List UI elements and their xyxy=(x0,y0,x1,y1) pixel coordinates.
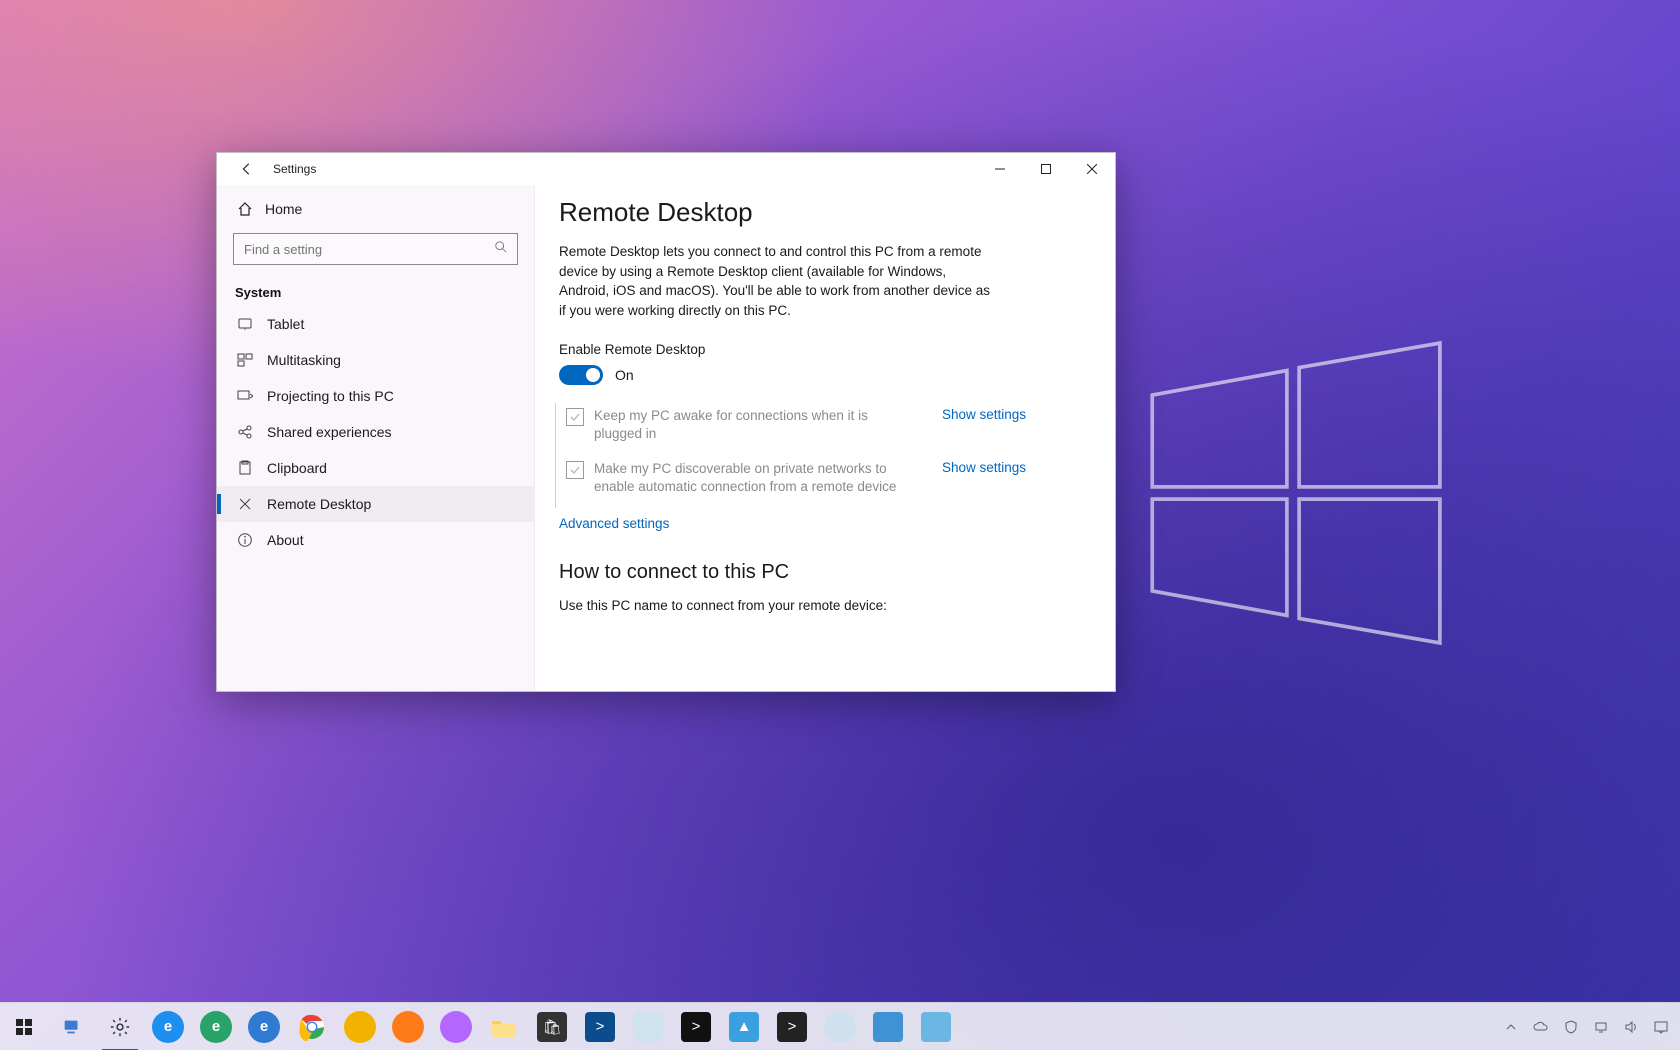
connect-subtext: Use this PC name to connect from your re… xyxy=(559,598,1091,613)
taskbar-app-firefox-dev[interactable] xyxy=(432,1003,480,1050)
advanced-settings-link[interactable]: Advanced settings xyxy=(559,516,669,531)
titlebar: Settings xyxy=(217,153,1115,185)
cloud-icon xyxy=(1533,1021,1549,1033)
search-input[interactable] xyxy=(233,233,518,265)
taskbar-app-edge[interactable]: e xyxy=(144,1003,192,1050)
sidebar-item-about[interactable]: About xyxy=(217,522,534,558)
shared-icon xyxy=(237,424,253,440)
keep-awake-checkbox[interactable] xyxy=(566,408,584,426)
windows-logo-icon xyxy=(1140,340,1446,646)
tray-security-icon[interactable] xyxy=(1558,1003,1584,1050)
projecting-icon xyxy=(237,388,253,404)
chrome-icon xyxy=(298,1013,326,1041)
sidebar-item-shared-experiences[interactable]: Shared experiences xyxy=(217,414,534,450)
taskbar: eee🛍>>▲> xyxy=(0,1002,1680,1050)
clipboard-icon xyxy=(237,460,253,476)
tray-onedrive-icon[interactable] xyxy=(1528,1003,1554,1050)
discoverable-label: Make my PC discoverable on private netwo… xyxy=(594,460,914,496)
sidebar-home[interactable]: Home xyxy=(217,191,534,227)
check-icon xyxy=(569,411,581,423)
home-icon xyxy=(237,201,253,217)
taskbar-app-paint[interactable] xyxy=(912,1003,960,1050)
taskbar-app-chrome[interactable] xyxy=(288,1003,336,1050)
taskbar-app-task-view[interactable] xyxy=(48,1003,96,1050)
gear-icon xyxy=(109,1016,131,1038)
sidebar-item-label: About xyxy=(267,532,304,548)
discoverable-show-settings-link[interactable]: Show settings xyxy=(942,460,1026,475)
minimize-icon xyxy=(995,164,1005,174)
maximize-button[interactable] xyxy=(1023,153,1069,185)
shield-icon xyxy=(1564,1020,1578,1034)
tray-network-icon[interactable] xyxy=(1588,1003,1614,1050)
taskbar-app-powershell[interactable]: > xyxy=(576,1003,624,1050)
action-center-icon xyxy=(1654,1020,1668,1034)
taskbar-app-chrome-canary[interactable] xyxy=(336,1003,384,1050)
settings-window: Settings Home System xyxy=(216,152,1116,692)
folder-icon xyxy=(491,1016,517,1038)
about-icon xyxy=(237,532,253,548)
window-title: Settings xyxy=(273,153,316,185)
taskbar-app-notepad[interactable] xyxy=(624,1003,672,1050)
tray-volume-icon[interactable] xyxy=(1618,1003,1644,1050)
taskbar-app-start[interactable] xyxy=(0,1003,48,1050)
task-view-icon xyxy=(61,1016,83,1038)
taskbar-app-rdc[interactable] xyxy=(864,1003,912,1050)
sidebar-item-label: Projecting to this PC xyxy=(267,388,394,404)
taskbar-app-settings[interactable] xyxy=(96,1003,144,1050)
taskbar-app-cmd[interactable]: > xyxy=(672,1003,720,1050)
connect-heading: How to connect to this PC xyxy=(559,561,1091,584)
taskbar-app-photos[interactable]: ▲ xyxy=(720,1003,768,1050)
page-title: Remote Desktop xyxy=(559,197,1091,228)
tray-overflow-button[interactable] xyxy=(1498,1003,1524,1050)
tray-action-center-icon[interactable] xyxy=(1648,1003,1674,1050)
sidebar-item-tablet[interactable]: Tablet xyxy=(217,306,534,342)
sidebar-item-label: Tablet xyxy=(267,316,304,332)
sidebar-group-label: System xyxy=(217,275,534,306)
sidebar-item-label: Clipboard xyxy=(267,460,327,476)
enable-label: Enable Remote Desktop xyxy=(559,342,1091,357)
back-button[interactable] xyxy=(231,153,263,185)
sidebar-item-projecting[interactable]: Projecting to this PC xyxy=(217,378,534,414)
maximize-icon xyxy=(1041,164,1051,174)
sidebar-item-label: Multitasking xyxy=(267,352,341,368)
check-icon xyxy=(569,464,581,476)
sidebar-home-label: Home xyxy=(265,201,302,217)
enable-remote-desktop-toggle[interactable] xyxy=(559,365,603,385)
sidebar-item-remote-desktop[interactable]: Remote Desktop xyxy=(217,486,534,522)
taskbar-app-terminal[interactable]: > xyxy=(768,1003,816,1050)
system-tray xyxy=(1498,1003,1680,1050)
taskbar-app-edge-dev[interactable]: e xyxy=(192,1003,240,1050)
arrow-left-icon xyxy=(240,162,254,176)
toggle-state-label: On xyxy=(615,367,634,383)
keep-awake-label: Keep my PC awake for connections when it… xyxy=(594,407,914,443)
sidebar-item-multitasking[interactable]: Multitasking xyxy=(217,342,534,378)
multitasking-icon xyxy=(237,352,253,368)
page-description: Remote Desktop lets you connect to and c… xyxy=(559,242,999,320)
sidebar-item-label: Shared experiences xyxy=(267,424,392,440)
sidebar-item-clipboard[interactable]: Clipboard xyxy=(217,450,534,486)
network-icon xyxy=(1594,1020,1608,1034)
close-button[interactable] xyxy=(1069,153,1115,185)
content-pane: Remote Desktop Remote Desktop lets you c… xyxy=(535,185,1115,691)
discoverable-checkbox[interactable] xyxy=(566,461,584,479)
taskbar-app-edge-canary[interactable]: e xyxy=(240,1003,288,1050)
close-icon xyxy=(1087,164,1097,174)
sidebar: Home System Tablet Multitasking Projecti xyxy=(217,185,535,691)
windows-start-icon xyxy=(15,1018,33,1036)
volume-icon xyxy=(1624,1020,1638,1034)
remote-desktop-icon xyxy=(237,496,253,512)
tablet-icon xyxy=(237,316,253,332)
keep-awake-show-settings-link[interactable]: Show settings xyxy=(942,407,1026,422)
sidebar-nav: Tablet Multitasking Projecting to this P… xyxy=(217,306,534,558)
taskbar-app-onedrive[interactable] xyxy=(816,1003,864,1050)
sidebar-item-label: Remote Desktop xyxy=(267,496,371,512)
taskbar-app-store[interactable]: 🛍 xyxy=(528,1003,576,1050)
taskbar-app-firefox[interactable] xyxy=(384,1003,432,1050)
minimize-button[interactable] xyxy=(977,153,1023,185)
taskbar-app-file-explorer[interactable] xyxy=(480,1003,528,1050)
chevron-up-icon xyxy=(1506,1022,1516,1032)
